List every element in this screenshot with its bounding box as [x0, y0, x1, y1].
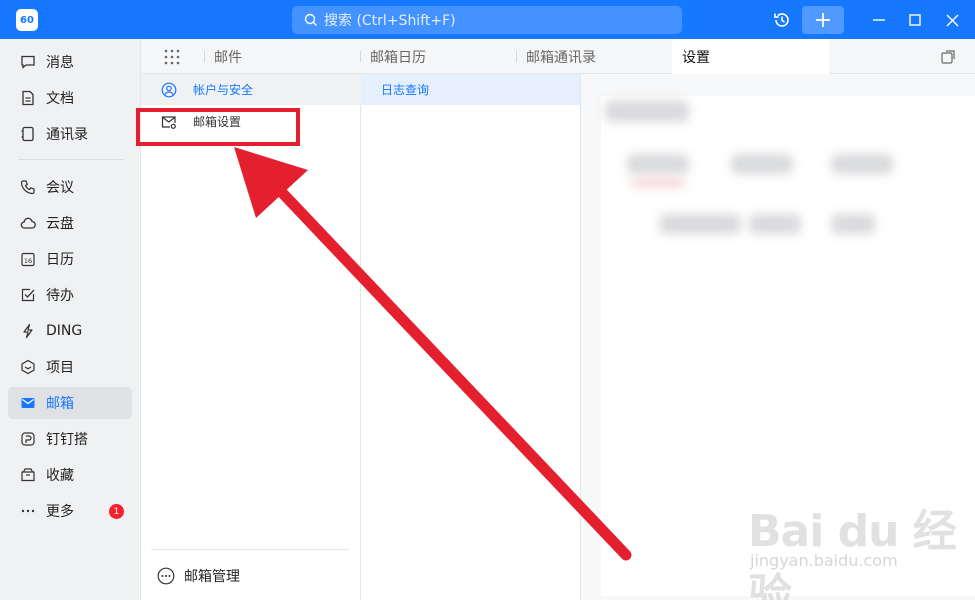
mail-icon	[20, 395, 36, 411]
tab-bar: 邮件 邮箱日历 邮箱通讯录 设置	[141, 39, 975, 74]
history-icon	[774, 13, 789, 27]
project-icon	[20, 359, 36, 375]
sidebar-item-label: 更多	[46, 504, 74, 520]
close-icon	[946, 14, 958, 26]
sidebar-item-label: 收藏	[46, 468, 74, 484]
blurred-block	[627, 154, 689, 174]
sidebar: 消息 文档 通讯录 会议 云盘 16 日历 待办 DING 项目 邮箱 钉钉搭	[0, 39, 141, 600]
sidebar-item-meetings[interactable]: 会议	[8, 171, 132, 203]
annotation-highlight-box	[136, 108, 300, 146]
favorites-icon	[20, 467, 36, 483]
sidebar-item-documents[interactable]: 文档	[8, 82, 132, 114]
app-logo[interactable]: 60	[16, 9, 38, 31]
sidebar-item-label: 项目	[46, 360, 74, 376]
sidebar-item-label: 会议	[46, 180, 74, 196]
popout-icon[interactable]	[940, 49, 956, 65]
menu-footer-divider	[151, 549, 349, 550]
sidebar-item-calendar[interactable]: 16 日历	[8, 243, 132, 275]
mail-management-label: 邮箱管理	[184, 569, 240, 585]
maximize-icon	[909, 14, 921, 26]
close-button[interactable]	[942, 6, 962, 34]
sidebar-item-builder[interactable]: 钉钉搭	[8, 423, 132, 455]
tab-label: 邮箱日历	[370, 49, 426, 66]
sidebar-item-label: 通讯录	[46, 127, 88, 143]
minimize-button[interactable]	[868, 6, 890, 34]
more-circle-icon	[157, 567, 175, 585]
calendar-icon: 16	[20, 251, 36, 267]
cloud-icon	[20, 215, 36, 231]
sidebar-item-label: 日历	[46, 252, 74, 268]
lightning-icon	[20, 323, 36, 339]
title-bar: 60 搜索 (Ctrl+Shift+F)	[0, 0, 975, 39]
sidebar-item-favorites[interactable]: 收藏	[8, 459, 132, 491]
blurred-block	[831, 214, 875, 234]
phone-icon	[20, 179, 36, 195]
sidebar-item-label: 文档	[46, 91, 74, 107]
blurred-block	[749, 214, 801, 234]
tab-label: 设置	[682, 49, 710, 66]
tab-mail[interactable]: 邮件	[214, 39, 242, 74]
tab-mail-contacts[interactable]: 邮箱通讯录	[526, 39, 596, 74]
plus-icon	[816, 13, 830, 27]
minimize-icon	[873, 19, 885, 21]
notification-badge: 1	[109, 504, 124, 519]
tab-settings[interactable]: 设置	[672, 39, 829, 74]
blurred-block	[831, 154, 893, 174]
calendar-day: 16	[24, 257, 32, 265]
watermark-url: jingyan.baidu.com	[750, 551, 898, 570]
tab-mail-calendar[interactable]: 邮箱日历	[370, 39, 426, 74]
tab-separator	[516, 51, 517, 62]
message-icon	[20, 54, 36, 70]
contacts-icon	[20, 126, 36, 142]
sidebar-item-mail[interactable]: 邮箱	[8, 387, 132, 419]
blurred-underline	[631, 180, 685, 186]
app-grid-icon[interactable]	[163, 48, 181, 66]
sidebar-item-todo[interactable]: 待办	[8, 279, 132, 311]
menu-item-label: 帐户与安全	[193, 83, 254, 97]
search-icon	[304, 13, 317, 26]
sidebar-item-label: 邮箱	[46, 396, 74, 412]
maximize-button[interactable]	[905, 6, 925, 34]
settings-menu: 帐户与安全 邮箱设置 邮箱管理	[141, 74, 361, 600]
watermark: Bai du 经验 jingyan.baidu.com	[748, 495, 968, 600]
sub-item-log-query[interactable]: 日志查询	[361, 74, 580, 105]
tab-label: 邮箱通讯录	[526, 49, 596, 66]
user-circle-icon	[161, 82, 177, 98]
sidebar-item-more[interactable]: 更多 1	[8, 495, 132, 527]
more-icon	[20, 503, 36, 519]
sidebar-item-label: DING	[46, 323, 83, 339]
mail-management-button[interactable]: 邮箱管理	[157, 564, 240, 588]
document-icon	[20, 90, 36, 106]
sidebar-item-ding[interactable]: DING	[8, 315, 132, 347]
blurred-block	[659, 214, 741, 234]
sidebar-item-label: 消息	[46, 55, 74, 71]
sidebar-item-contacts[interactable]: 通讯录	[8, 118, 132, 150]
menu-item-account-security[interactable]: 帐户与安全	[141, 74, 361, 105]
search-input[interactable]: 搜索 (Ctrl+Shift+F)	[292, 6, 682, 34]
watermark-logo: Bai du 经验	[748, 506, 957, 600]
tab-separator	[360, 51, 361, 62]
blurred-block	[731, 154, 793, 174]
todo-icon	[20, 287, 36, 303]
search-placeholder: 搜索 (Ctrl+Shift+F)	[324, 13, 456, 29]
builder-icon	[20, 431, 36, 447]
blurred-heading	[605, 100, 689, 122]
sidebar-item-messages[interactable]: 消息	[8, 46, 132, 78]
sub-menu: 日志查询	[361, 74, 581, 600]
tab-label: 邮件	[214, 49, 242, 66]
sidebar-item-projects[interactable]: 项目	[8, 351, 132, 383]
add-button[interactable]	[802, 6, 844, 34]
sidebar-divider	[18, 159, 124, 160]
sidebar-item-cloud-drive[interactable]: 云盘	[8, 207, 132, 239]
sidebar-item-label: 钉钉搭	[46, 432, 88, 448]
sub-item-label: 日志查询	[381, 83, 430, 97]
sidebar-item-label: 待办	[46, 288, 74, 304]
history-button[interactable]	[768, 6, 796, 34]
tab-separator	[204, 51, 205, 62]
sidebar-item-label: 云盘	[46, 216, 74, 232]
